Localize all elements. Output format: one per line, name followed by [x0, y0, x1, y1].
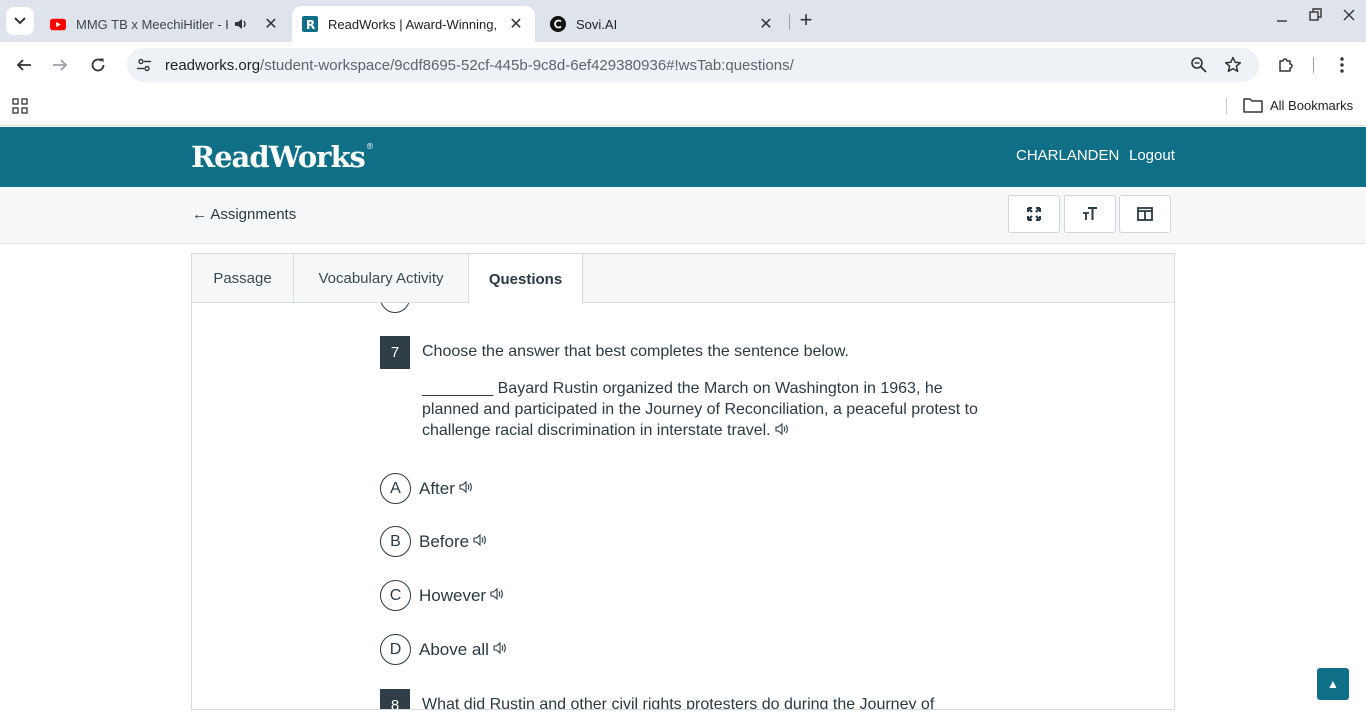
sovi-icon — [550, 16, 566, 32]
tab-passage[interactable]: Passage — [192, 254, 294, 303]
question-sentence: ________ Bayard Rustin organized the Mar… — [422, 378, 978, 441]
tab-title: Sovi.AI — [576, 16, 618, 32]
svg-text:R: R — [306, 18, 315, 32]
answer-choice-a[interactable]: A After — [380, 473, 473, 504]
reload-icon — [91, 58, 105, 72]
sentence-line: ________ Bayard Rustin organized the Mar… — [422, 380, 943, 397]
choice-label: However — [419, 585, 487, 605]
bookmarks-bar: All Bookmarks — [0, 88, 1366, 126]
logo-text: ReadWorks — [191, 140, 366, 174]
youtube-icon — [50, 16, 66, 32]
answer-choice-d[interactable]: D Above all — [380, 634, 507, 665]
question-number-badge: 7 — [380, 336, 410, 369]
tab-vocabulary-activity[interactable]: Vocabulary Activity — [294, 254, 469, 303]
speaker-icon[interactable] — [490, 587, 504, 605]
apps-grid-icon[interactable] — [12, 98, 28, 119]
more-menu-icon[interactable] — [1339, 56, 1345, 79]
browser-tab-readworks[interactable]: R ReadWorks | Award-Winning, Ed ✕ — [292, 6, 535, 42]
close-window-button[interactable] — [1337, 5, 1361, 29]
new-tab-button[interactable]: + — [795, 9, 817, 32]
speaker-icon[interactable] — [493, 641, 507, 659]
choice-label: After — [419, 478, 455, 498]
all-bookmarks-button[interactable]: All Bookmarks — [1270, 98, 1353, 113]
tab-title: ReadWorks | Award-Winning, Ed — [328, 16, 501, 32]
choice-label: Before — [419, 531, 470, 551]
registered-mark: ® — [365, 142, 374, 151]
address-bar[interactable]: readworks.org/student-workspace/9cdf8695… — [127, 48, 1259, 82]
questions-content: 7 Choose the answer that best completes … — [192, 303, 1174, 709]
arrow-left-icon — [16, 59, 31, 71]
workspace-tabs: Passage Vocabulary Activity Questions — [192, 254, 1174, 304]
tab-questions[interactable]: Questions — [469, 254, 583, 304]
chevron-down-icon — [14, 17, 26, 25]
choice-letter: B — [380, 526, 411, 557]
minimize-button[interactable] — [1270, 8, 1294, 32]
browser-toolbar: readworks.org/student-workspace/9cdf8695… — [0, 42, 1366, 88]
browser-tab-youtube[interactable]: MMG TB x MeechiHitler - Ko ✕ — [40, 6, 290, 42]
question-prompt: What did Rustin and other civil rights p… — [422, 696, 935, 709]
question-number-badge: 8 — [380, 689, 410, 709]
url-text[interactable]: readworks.org/student-workspace/9cdf8695… — [165, 57, 794, 74]
readworks-icon: R — [302, 16, 318, 32]
back-button[interactable] — [12, 53, 36, 77]
toolbar-separator — [1313, 57, 1314, 73]
url-path: /student-workspace/9cdf8695-52cf-445b-9c… — [260, 57, 794, 74]
close-tab-icon[interactable]: ✕ — [262, 15, 280, 33]
folder-icon — [1243, 97, 1263, 118]
choice-label: Above all — [419, 639, 489, 659]
question-prompt: Choose the answer that best completes th… — [422, 343, 849, 360]
browser-tab-sovi[interactable]: Sovi.AI ✕ — [540, 6, 785, 42]
restore-button[interactable] — [1304, 6, 1328, 30]
workspace-panel: Passage Vocabulary Activity Questions 7 … — [191, 253, 1175, 710]
minimize-icon — [1277, 20, 1287, 22]
user-name-link[interactable]: CHARLANDEN — [1016, 147, 1119, 164]
close-tab-icon[interactable]: ✕ — [507, 15, 525, 33]
audio-playing-icon[interactable] — [234, 17, 248, 31]
split-view-icon — [1137, 207, 1153, 221]
answer-choice-c[interactable]: C However — [380, 580, 504, 611]
sentence-line-last: challenge racial discrimination in inter… — [422, 420, 978, 441]
fullscreen-button[interactable] — [1008, 195, 1060, 233]
bookmarks-separator — [1226, 98, 1227, 114]
site-info-icon[interactable] — [136, 57, 152, 78]
readworks-logo[interactable]: ReadWorks® — [191, 140, 374, 174]
browser-tabstrip: MMG TB x MeechiHitler - Ko ✕ R ReadWorks… — [0, 0, 1366, 42]
url-host: readworks.org — [165, 57, 261, 74]
bookmark-star-icon[interactable] — [1224, 56, 1242, 79]
choice-letter: C — [380, 580, 411, 611]
restore-icon — [1309, 8, 1322, 21]
choice-letter: A — [380, 473, 411, 504]
speaker-icon[interactable] — [775, 420, 789, 441]
sentence-line-text: challenge racial discrimination in inter… — [422, 422, 771, 439]
logout-link[interactable]: Logout — [1129, 147, 1175, 164]
speaker-icon[interactable] — [473, 533, 487, 551]
close-icon — [1343, 9, 1355, 21]
extensions-icon[interactable] — [1277, 56, 1295, 79]
close-tab-icon[interactable]: ✕ — [757, 15, 775, 33]
answer-choice-b[interactable]: B Before — [380, 526, 487, 557]
back-to-assignments-link[interactable]: ← Assignments — [192, 206, 296, 223]
text-size-icon — [1083, 207, 1097, 220]
tab-separator — [789, 14, 790, 30]
speaker-icon[interactable] — [459, 480, 473, 498]
arrow-right-icon — [53, 59, 68, 71]
previous-question-marker — [380, 303, 410, 313]
zoom-icon[interactable] — [1190, 56, 1208, 79]
tab-title: MMG TB x MeechiHitler - Ko — [76, 16, 228, 32]
choice-letter: D — [380, 634, 411, 665]
sentence-line: planned and participated in the Journey … — [422, 401, 978, 418]
scroll-to-top-button[interactable]: ▲ — [1317, 668, 1349, 700]
fullscreen-icon — [1027, 207, 1041, 221]
tab-search-button[interactable] — [6, 7, 34, 35]
split-view-button[interactable] — [1119, 195, 1171, 233]
text-size-button[interactable] — [1064, 195, 1116, 233]
reload-button[interactable] — [86, 53, 110, 77]
forward-button[interactable] — [48, 53, 72, 77]
